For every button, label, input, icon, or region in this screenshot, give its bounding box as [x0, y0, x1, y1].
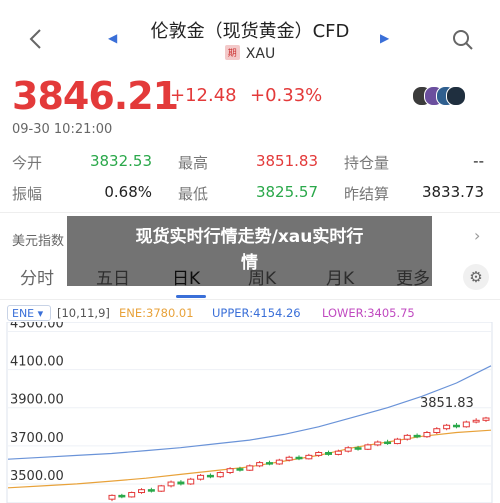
low-label: 最低	[178, 185, 209, 203]
lower-value: LOWER:3405.75	[322, 306, 415, 320]
instrument-title: 伦敦金（现货黄金）CFD	[150, 21, 350, 42]
chevron-right-icon[interactable]: ›	[474, 226, 480, 245]
candle-body	[157, 485, 165, 492]
candle-body	[305, 454, 313, 460]
indicator-selector[interactable]: ENE ▾	[7, 305, 51, 321]
instrument-subtitle: 期 XAU	[0, 45, 500, 62]
chart-frame	[6, 322, 493, 503]
candle-body	[108, 494, 116, 500]
high-value: 3851.83	[255, 152, 318, 170]
candle-body	[216, 472, 224, 478]
y-tick-label: 3500.00	[10, 469, 64, 484]
candle-body	[118, 494, 126, 498]
watermark-line-2: 情	[241, 253, 258, 273]
candle-body	[147, 489, 155, 492]
community-avatars[interactable]	[412, 86, 466, 106]
watermark-banner: 现货实时行情走势/xau实时行 情	[67, 216, 432, 286]
candle-body	[334, 450, 342, 455]
y-tick-label: 4100.00	[10, 355, 64, 370]
quote-time: 09-30 10:21:00	[12, 122, 113, 137]
candle-body	[462, 421, 470, 428]
active-tab-indicator	[176, 295, 206, 298]
candle-body	[354, 447, 362, 450]
futures-badge: 期	[224, 45, 240, 60]
candle-body	[384, 441, 392, 445]
price-change-percent: +0.33%	[250, 85, 323, 106]
candle-body	[344, 447, 352, 452]
divider	[0, 212, 500, 213]
y-tick-label: 3700.00	[10, 431, 64, 446]
candle-body	[364, 444, 372, 450]
related-index-label[interactable]: 美元指数	[12, 230, 64, 249]
candle-body	[177, 481, 185, 485]
watermark-line-1: 现货实时行情走势/xau实时行	[135, 227, 364, 247]
candle-body	[197, 474, 205, 480]
candle-body	[167, 481, 175, 487]
candle-body	[285, 456, 293, 461]
prev-settle-value: 3833.73	[421, 183, 484, 201]
amplitude-label: 振幅	[12, 185, 43, 203]
candle-body	[393, 438, 401, 445]
upper-value: UPPER:4154.26	[212, 306, 301, 320]
kline-chart[interactable]: 4300.00 4100.00 3900.00 3700.00 3500.00 3851…	[0, 322, 500, 503]
candle-body	[256, 462, 264, 467]
candle-body	[226, 468, 234, 474]
candle-body	[315, 452, 323, 456]
next-instrument-icon[interactable]: ▶	[380, 31, 389, 45]
candle-body	[187, 478, 195, 485]
ene-value: ENE:3780.01	[119, 306, 194, 320]
symbol-label: XAU	[245, 46, 276, 62]
candle-body	[423, 432, 431, 438]
open-label: 今开	[12, 154, 43, 172]
candle-body	[206, 474, 214, 478]
candle-body	[482, 417, 490, 421]
open-interest-value: --	[473, 152, 484, 170]
chart-settings-icon[interactable]: ⚙	[463, 264, 489, 290]
candle-body	[138, 489, 146, 494]
candle-body	[452, 424, 460, 428]
candle-body	[443, 424, 451, 430]
y-tick-label: 3900.00	[10, 393, 64, 408]
amplitude-value: 0.68%	[104, 183, 152, 201]
open-interest-label: 持仓量	[344, 154, 390, 172]
candle-body	[265, 462, 273, 465]
candle-body	[246, 465, 254, 471]
candle-body	[236, 468, 244, 471]
candle-body	[128, 492, 136, 498]
high-annotation: 3851.83	[420, 396, 474, 411]
candle-body	[374, 441, 382, 446]
candle-body	[413, 434, 421, 438]
open-value: 3832.53	[89, 152, 152, 170]
y-tick-label: 4300.00	[10, 322, 64, 332]
candle-body	[325, 452, 333, 455]
candle-body	[472, 419, 480, 423]
search-icon[interactable]	[452, 29, 474, 57]
tab-0[interactable]: 分时	[20, 264, 54, 289]
candle-body	[433, 428, 441, 434]
prev-settle-label: 昨结算	[344, 185, 390, 203]
candle-body	[275, 459, 283, 465]
divider	[0, 299, 500, 300]
indicator-params: [10,11,9]	[57, 306, 110, 320]
price-change: +12.48	[170, 85, 237, 106]
last-price: 3846.21	[12, 74, 179, 118]
top-bar: ◀ 伦敦金（现货黄金）CFD 期 XAU ▶	[0, 0, 500, 70]
low-value: 3825.57	[255, 183, 318, 201]
candle-body	[295, 456, 303, 460]
candle-body	[403, 434, 411, 440]
high-label: 最高	[178, 154, 209, 172]
avatar	[446, 86, 466, 106]
indicator-selector-label: ENE	[12, 307, 35, 320]
